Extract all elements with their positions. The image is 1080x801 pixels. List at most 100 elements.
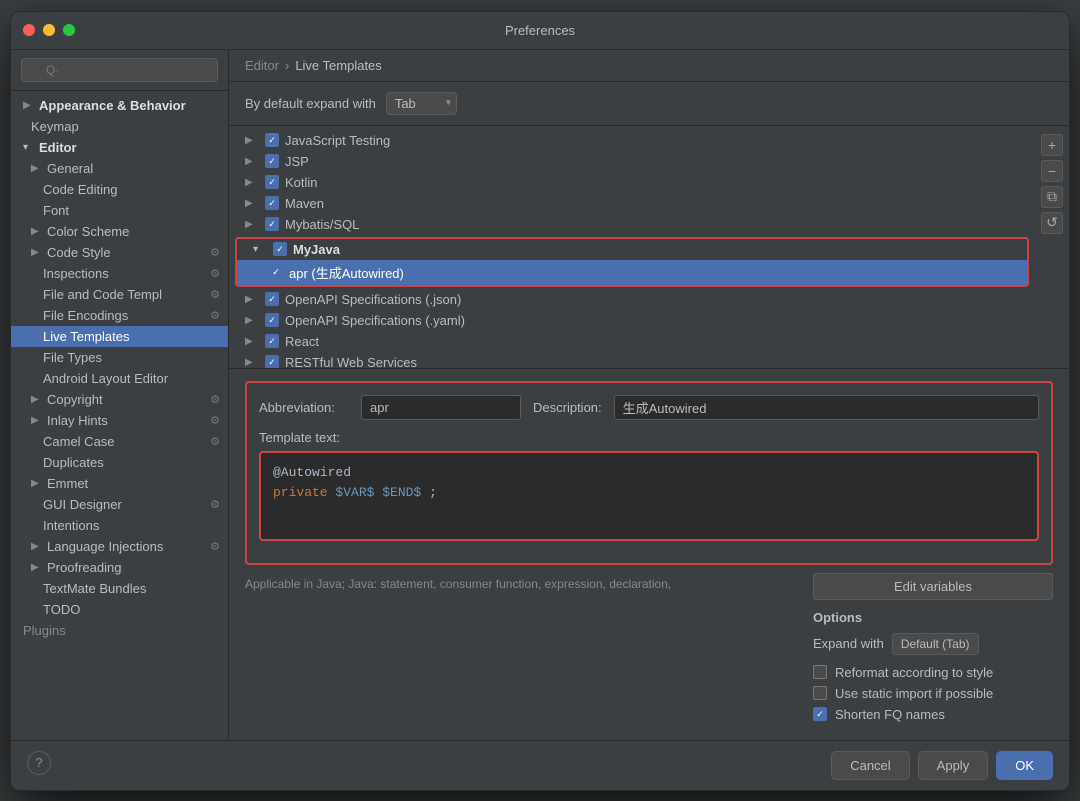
preferences-window: Preferences 🔍 ▶ Appearance & Behavior Ke… [10,11,1070,791]
checkbox-react[interactable] [265,334,279,348]
breadcrumb-parent: Editor [245,58,279,73]
sidebar-item-keymap[interactable]: Keymap [11,116,228,137]
sidebar-item-file-code-templ[interactable]: File and Code Templ ⚙ [11,284,228,305]
sidebar-item-file-types[interactable]: File Types [11,347,228,368]
checkbox-mybatis[interactable] [265,217,279,231]
sidebar-item-appearance[interactable]: ▶ Appearance & Behavior [11,95,228,116]
checkbox-myjava[interactable] [273,242,287,256]
sidebar-item-code-style[interactable]: ▶ Code Style ⚙ [11,242,228,263]
tree-item-restful[interactable]: ▶ RESTful Web Services [229,352,1035,368]
shorten-fq-row: Shorten FQ names [813,707,1053,722]
applicable-text: Applicable in Java; Java: statement, con… [245,573,797,591]
sidebar-item-inlay-hints[interactable]: ▶ Inlay Hints ⚙ [11,410,228,431]
tree-item-jsp[interactable]: ▶ JSP [229,151,1035,172]
tree-container: ▶ JavaScript Testing ▶ JSP ▶ Kotlin [229,126,1069,368]
expand-select-wrapper: Default (Tab) Tab Enter [892,633,979,655]
sidebar-item-inspections[interactable]: Inspections ⚙ [11,263,228,284]
sidebar-label: Language Injections [47,539,163,554]
sidebar-item-general[interactable]: ▶ General [11,158,228,179]
gear-icon: ⚙ [210,435,220,448]
restore-button[interactable]: ↺ [1041,212,1063,234]
sidebar-item-live-templates[interactable]: Live Templates [11,326,228,347]
tree-item-label: MyJava [293,242,340,257]
breadcrumb-separator: › [285,58,289,73]
expand-with-select[interactable]: Tab Enter Space [386,92,457,115]
reformat-checkbox[interactable] [813,665,827,679]
sidebar-item-proofreading[interactable]: ▶ Proofreading [11,557,228,578]
sidebar-item-todo[interactable]: TODO [11,599,228,620]
code-semicolon: ; [429,485,437,500]
sidebar-item-color-scheme[interactable]: ▶ Color Scheme [11,221,228,242]
static-import-label: Use static import if possible [835,686,993,701]
tree-item-label: OpenAPI Specifications (.yaml) [285,313,465,328]
close-button[interactable] [23,24,35,36]
minimize-button[interactable] [43,24,55,36]
tree-item-openapi-json[interactable]: ▶ OpenAPI Specifications (.json) [229,289,1035,310]
sidebar-item-font[interactable]: Font [11,200,228,221]
help-button[interactable]: ? [27,751,51,775]
checkbox-js-testing[interactable] [265,133,279,147]
ok-button[interactable]: OK [996,751,1053,780]
description-label: Description: [533,400,602,415]
arrow-icon: ▶ [245,294,259,305]
apply-button[interactable]: Apply [918,751,989,780]
remove-button[interactable]: − [1041,160,1063,182]
static-import-checkbox[interactable] [813,686,827,700]
shorten-fq-checkbox[interactable] [813,707,827,721]
sidebar-label: Appearance & Behavior [39,98,186,113]
tree-item-react[interactable]: ▶ React [229,331,1035,352]
tree-item-myjava[interactable]: ▾ MyJava [237,239,1027,260]
arrow-icon: ▶ [31,226,43,237]
sidebar-label: Android Layout Editor [43,371,168,386]
search-input[interactable] [21,58,218,82]
sidebar-label: General [47,161,93,176]
edit-variables-button[interactable]: Edit variables [813,573,1053,600]
add-button[interactable]: + [1041,134,1063,156]
arrow-icon: ▶ [245,198,259,209]
sidebar-label: Color Scheme [47,224,129,239]
checkbox-apr[interactable] [269,265,283,279]
sidebar-label: Code Style [47,245,111,260]
sidebar-item-duplicates[interactable]: Duplicates [11,452,228,473]
checkbox-maven[interactable] [265,196,279,210]
tree-item-maven[interactable]: ▶ Maven [229,193,1035,214]
gear-icon: ⚙ [210,288,220,301]
checkbox-restful[interactable] [265,355,279,368]
sidebar-item-code-editing[interactable]: Code Editing [11,179,228,200]
description-input[interactable] [614,395,1039,420]
options-area: Applicable in Java; Java: statement, con… [245,573,1053,728]
checkbox-openapi-json[interactable] [265,292,279,306]
tree-item-mybatis[interactable]: ▶ Mybatis/SQL [229,214,1035,235]
sidebar-tree: ▶ Appearance & Behavior Keymap ▾ Editor … [11,91,228,740]
sidebar-item-textmate-bundles[interactable]: TextMate Bundles [11,578,228,599]
maximize-button[interactable] [63,24,75,36]
checkbox-openapi-yaml[interactable] [265,313,279,327]
checkbox-kotlin[interactable] [265,175,279,189]
code-var1: $VAR$ [335,485,374,500]
tree-item-js-testing[interactable]: ▶ JavaScript Testing [229,130,1035,151]
tree-item-openapi-yaml[interactable]: ▶ OpenAPI Specifications (.yaml) [229,310,1035,331]
copy-button[interactable]: ⧉ [1041,186,1063,208]
arrow-icon: ▶ [23,100,35,111]
tree-item-kotlin[interactable]: ▶ Kotlin [229,172,1035,193]
sidebar-item-plugins[interactable]: Plugins [11,620,228,641]
checkbox-jsp[interactable] [265,154,279,168]
sidebar-item-copyright[interactable]: ▶ Copyright ⚙ [11,389,228,410]
sidebar-item-language-injections[interactable]: ▶ Language Injections ⚙ [11,536,228,557]
sidebar-item-camel-case[interactable]: Camel Case ⚙ [11,431,228,452]
expand-select[interactable]: Default (Tab) Tab Enter [892,633,979,655]
cancel-button[interactable]: Cancel [831,751,909,780]
arrow-icon: ▾ [253,244,267,255]
abbreviation-input[interactable] [361,395,521,420]
template-code-editor[interactable]: @Autowired private $VAR$ $END$ ; [259,451,1039,541]
sidebar-item-emmet[interactable]: ▶ Emmet [11,473,228,494]
footer: ? Cancel Apply OK [11,740,1069,790]
sidebar-item-file-encodings[interactable]: File Encodings ⚙ [11,305,228,326]
sidebar-item-gui-designer[interactable]: GUI Designer ⚙ [11,494,228,515]
tree-item-apr[interactable]: apr (生成Autowired) [237,260,1027,285]
sidebar-item-intentions[interactable]: Intentions [11,515,228,536]
abbr-desc-row: Abbreviation: Description: [259,395,1039,420]
sidebar-item-editor[interactable]: ▾ Editor [11,137,228,158]
sidebar-item-android-layout[interactable]: Android Layout Editor [11,368,228,389]
gear-icon: ⚙ [210,393,220,406]
